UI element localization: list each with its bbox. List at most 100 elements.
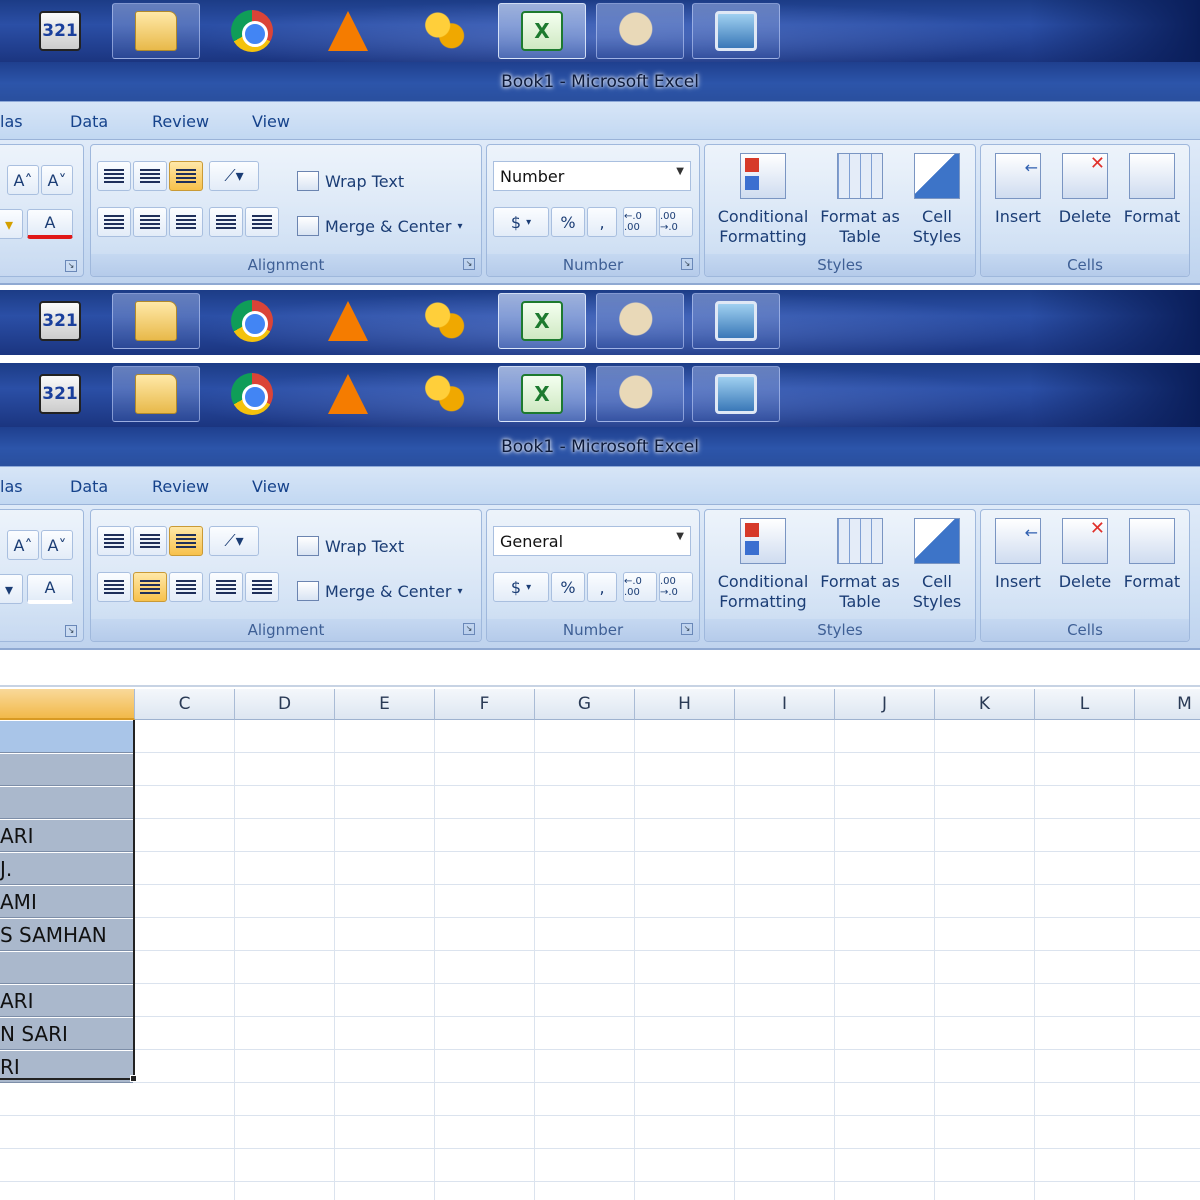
align-middle-button[interactable] xyxy=(133,161,167,191)
taskbar-button-chrome[interactable] xyxy=(208,3,296,59)
taskbar-button-media-player[interactable]: 321 xyxy=(16,3,104,59)
column-header-d[interactable]: D xyxy=(235,689,335,720)
taskbar-button-explorer[interactable] xyxy=(112,3,200,59)
wrap-text-button[interactable]: Wrap Text xyxy=(297,171,404,191)
taskbar-button-excel[interactable]: X xyxy=(498,366,586,422)
alignment-dialog-launcher-icon[interactable]: ↘ xyxy=(463,258,475,270)
highlight-color-button[interactable]: ▾ xyxy=(0,574,23,604)
taskbar-button-excel[interactable]: X xyxy=(498,3,586,59)
merge-center-button[interactable]: Merge & Center ▾ xyxy=(297,581,462,601)
decrease-indent-button[interactable] xyxy=(209,572,243,602)
taskbar-button-chrome[interactable] xyxy=(208,293,296,349)
column-header-h[interactable]: H xyxy=(635,689,735,720)
taskbar-button-paint[interactable] xyxy=(596,3,684,59)
format-as-table-button[interactable]: Format as Table xyxy=(819,518,901,612)
conditional-formatting-button[interactable]: Conditional Formatting xyxy=(709,518,817,612)
taskbar-button-vlc[interactable] xyxy=(304,3,392,59)
tab-formulas[interactable]: las xyxy=(0,477,23,496)
increase-decimal-button[interactable]: ←.0 .00 xyxy=(623,207,657,237)
decrease-decimal-button[interactable]: .00 →.0 xyxy=(659,207,693,237)
currency-button[interactable]: $ ▾ xyxy=(493,207,549,237)
comma-button[interactable]: , xyxy=(587,572,617,602)
tab-review[interactable]: Review xyxy=(152,477,209,496)
tab-data[interactable]: Data xyxy=(70,477,108,496)
cell-styles-button[interactable]: Cell Styles xyxy=(903,153,971,247)
orientation-button[interactable]: ⟋▾ xyxy=(209,526,259,556)
font-dialog-launcher-icon[interactable]: ↘ xyxy=(65,260,77,272)
percent-button[interactable]: % xyxy=(551,572,585,602)
align-center-button[interactable] xyxy=(133,207,167,237)
taskbar-button-excel[interactable]: X xyxy=(498,293,586,349)
taskbar-button-media-player[interactable]: 321 xyxy=(16,366,104,422)
align-bottom-button[interactable] xyxy=(169,526,203,556)
tab-view[interactable]: View xyxy=(252,477,290,496)
number-dialog-launcher-icon[interactable]: ↘ xyxy=(681,623,693,635)
column-header-g[interactable]: G xyxy=(535,689,635,720)
font-color-button[interactable]: A xyxy=(27,209,73,239)
grow-font-button[interactable]: A˄ xyxy=(7,530,39,560)
align-top-button[interactable] xyxy=(97,161,131,191)
insert-button[interactable]: Insert xyxy=(985,153,1051,227)
column-header-c[interactable]: C xyxy=(135,689,235,720)
align-right-button[interactable] xyxy=(169,572,203,602)
insert-button[interactable]: Insert xyxy=(985,518,1051,592)
number-dialog-launcher-icon[interactable]: ↘ xyxy=(681,258,693,270)
taskbar-button-paint[interactable] xyxy=(596,366,684,422)
conditional-formatting-button[interactable]: Conditional Formatting xyxy=(709,153,817,247)
column-header-m[interactable]: M xyxy=(1135,689,1200,720)
orientation-button[interactable]: ⟋▾ xyxy=(209,161,259,191)
percent-button[interactable]: % xyxy=(551,207,585,237)
format-button[interactable]: Format xyxy=(1119,518,1185,592)
align-middle-button[interactable] xyxy=(133,526,167,556)
formula-bar-area[interactable] xyxy=(0,652,1200,687)
cell-styles-button[interactable]: Cell Styles xyxy=(903,518,971,612)
taskbar-button-explorer[interactable] xyxy=(112,366,200,422)
number-format-dropdown[interactable]: Number ▼ xyxy=(493,161,691,191)
fill-handle[interactable] xyxy=(130,1075,137,1082)
increase-decimal-button[interactable]: ←.0 .00 xyxy=(623,572,657,602)
taskbar-button-vlc[interactable] xyxy=(304,366,392,422)
decrease-decimal-button[interactable]: .00 →.0 xyxy=(659,572,693,602)
taskbar-button-picture[interactable] xyxy=(692,293,780,349)
taskbar-button-keys[interactable] xyxy=(400,293,488,349)
grow-font-button[interactable]: A˄ xyxy=(7,165,39,195)
align-left-button[interactable] xyxy=(97,207,131,237)
alignment-dialog-launcher-icon[interactable]: ↘ xyxy=(463,623,475,635)
column-header-f[interactable]: F xyxy=(435,689,535,720)
worksheet-grid[interactable]: C D E F G H I J K L M ARI J. AMI S SAMHA… xyxy=(0,689,1200,1200)
increase-indent-button[interactable] xyxy=(245,207,279,237)
tab-view[interactable]: View xyxy=(252,112,290,131)
taskbar-button-keys[interactable] xyxy=(400,366,488,422)
delete-button[interactable]: Delete xyxy=(1053,153,1117,227)
number-format-dropdown[interactable]: General ▼ xyxy=(493,526,691,556)
shrink-font-button[interactable]: A˅ xyxy=(41,530,73,560)
format-button[interactable]: Format xyxy=(1119,153,1185,227)
taskbar-button-paint[interactable] xyxy=(596,293,684,349)
merge-center-button[interactable]: Merge & Center ▾ xyxy=(297,216,462,236)
tab-formulas[interactable]: las xyxy=(0,112,23,131)
taskbar-button-explorer[interactable] xyxy=(112,293,200,349)
tab-data[interactable]: Data xyxy=(70,112,108,131)
font-color-button[interactable]: A xyxy=(27,574,73,604)
currency-button[interactable]: $ ▾ xyxy=(493,572,549,602)
taskbar-button-picture[interactable] xyxy=(692,366,780,422)
delete-button[interactable]: Delete xyxy=(1053,518,1117,592)
taskbar-button-vlc[interactable] xyxy=(304,293,392,349)
taskbar-button-media-player[interactable]: 321 xyxy=(16,293,104,349)
wrap-text-button[interactable]: Wrap Text xyxy=(297,536,404,556)
shrink-font-button[interactable]: A˅ xyxy=(41,165,73,195)
column-header-b[interactable] xyxy=(0,689,135,720)
format-as-table-button[interactable]: Format as Table xyxy=(819,153,901,247)
column-header-i[interactable]: I xyxy=(735,689,835,720)
align-left-button[interactable] xyxy=(97,572,131,602)
comma-button[interactable]: , xyxy=(587,207,617,237)
column-header-l[interactable]: L xyxy=(1035,689,1135,720)
column-header-e[interactable]: E xyxy=(335,689,435,720)
align-right-button[interactable] xyxy=(169,207,203,237)
highlight-color-button[interactable]: ▾ xyxy=(0,209,23,239)
align-center-button[interactable] xyxy=(133,572,167,602)
column-header-k[interactable]: K xyxy=(935,689,1035,720)
font-dialog-launcher-icon[interactable]: ↘ xyxy=(65,625,77,637)
align-bottom-button[interactable] xyxy=(169,161,203,191)
increase-indent-button[interactable] xyxy=(245,572,279,602)
